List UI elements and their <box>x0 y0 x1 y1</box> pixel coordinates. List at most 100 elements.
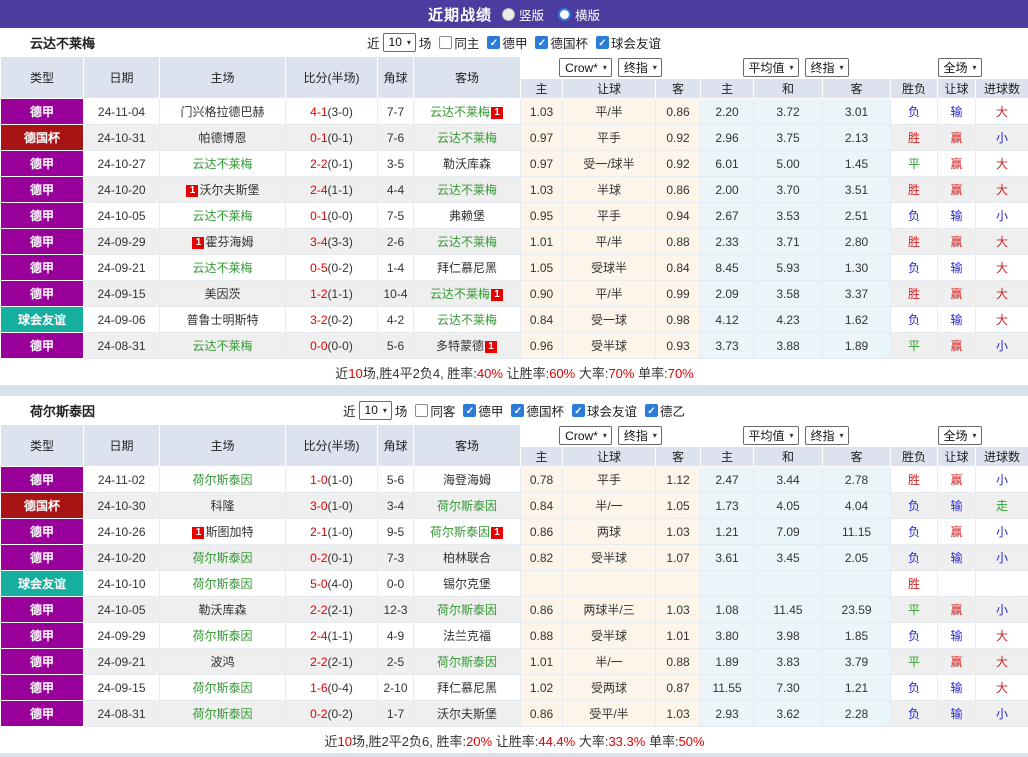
page-title: 近期战绩 <box>428 4 492 25</box>
date-cell: 24-09-29 <box>84 623 160 649</box>
radio-icon[interactable] <box>502 8 515 21</box>
home-team-name: 勒沃库森 <box>198 603 246 617</box>
europe-odds-cell: 5.00 <box>754 151 823 177</box>
rank-badge: 1 <box>485 341 497 353</box>
date-cell: 24-08-31 <box>84 701 160 727</box>
checkbox-checked[interactable]: ✓ <box>463 404 476 417</box>
handicap-odds-cell: 0.86 <box>656 177 701 203</box>
handicap-result-cell: 赢 <box>938 519 976 545</box>
handicap-odds-cell: 0.86 <box>656 99 701 125</box>
handicap-odds-cell: 0.86 <box>521 597 563 623</box>
away-team-name: 柏林联合 <box>443 551 491 565</box>
checkbox-checked[interactable]: ✓ <box>487 36 500 49</box>
final-odds-select-2[interactable]: 终指▾ <box>805 58 849 77</box>
europe-odds-cell: 3.01 <box>823 99 891 125</box>
date-cell: 24-10-20 <box>84 545 160 571</box>
checkbox-checked[interactable]: ✓ <box>511 404 524 417</box>
europe-odds-cell: 7.30 <box>754 675 823 701</box>
score-cell: 0-1(0-1) <box>286 125 378 151</box>
handicap-result-cell: 输 <box>938 255 976 281</box>
recent-count-select[interactable]: 10▾ <box>359 401 392 420</box>
full-match-select[interactable]: 全场▾ <box>938 58 982 77</box>
final-odds-select-2[interactable]: 终指▾ <box>805 426 849 445</box>
away-team-cell: 沃尔夫斯堡 <box>414 701 521 727</box>
handicap-odds-cell: 0.99 <box>656 281 701 307</box>
match-row: 德甲24-09-15美因茨1-2(1-1)10-4云达不莱梅10.90平/半0.… <box>1 281 1028 307</box>
match-row: 德甲24-08-31云达不莱梅0-0(0-0)5-6多特蒙德10.96受半球0.… <box>1 333 1028 359</box>
odds-provider-select[interactable]: Crow*▾ <box>559 58 612 77</box>
results-table: 类型日期主场比分(半场)角球客场Crow*▾终指▾平均值▾终指▾全场▾主让球客主… <box>0 424 1028 753</box>
europe-odds-cell: 2.96 <box>701 125 754 151</box>
europe-odds-cell: 3.44 <box>754 467 823 493</box>
sub-col-header: 让球 <box>938 447 976 467</box>
summary-text: 场,胜2平2负6, 胜率: <box>352 734 466 749</box>
average-odds-select[interactable]: 平均值▾ <box>743 58 799 77</box>
checkbox-checked[interactable]: ✓ <box>596 36 609 49</box>
winlose-result-cell: 平 <box>891 333 938 359</box>
away-team-cell: 云达不莱梅 <box>414 177 521 203</box>
home-team-name: 荷尔斯泰因 <box>192 707 252 721</box>
recent-count-select[interactable]: 10▾ <box>383 33 416 52</box>
fulltime-score: 0-1 <box>310 209 327 223</box>
col-header: 日期 <box>84 57 160 99</box>
goals-result-cell: 大 <box>976 255 1028 281</box>
final-odds-select[interactable]: 终指▾ <box>618 426 662 445</box>
radio-label: 竖版 <box>519 5 544 24</box>
league-type-cell: 德甲 <box>1 229 84 255</box>
score-cell: 0-0(0-0) <box>286 333 378 359</box>
checkbox-label: 德国杯 <box>550 33 588 52</box>
section-divider <box>0 385 1028 396</box>
provider-header-cell: Crow*▾ 终指▾ <box>521 57 701 79</box>
score-cell: 2-1(1-0) <box>286 519 378 545</box>
fulltime-score: 3-4 <box>310 235 327 249</box>
home-team-name: 普鲁士明斯特 <box>186 313 258 327</box>
away-team-cell: 云达不莱梅 <box>414 307 521 333</box>
away-team-name: 勒沃库森 <box>443 157 491 171</box>
radio-icon[interactable] <box>558 8 571 21</box>
league-type-cell: 德国杯 <box>1 493 84 519</box>
rank-badge: 1 <box>491 289 503 301</box>
sub-col-header: 进球数 <box>976 79 1028 99</box>
halftime-score: (0-2) <box>328 707 353 721</box>
europe-odds-cell: 2.28 <box>823 701 891 727</box>
handicap-odds-cell: 平/半 <box>563 281 656 307</box>
section-header: 荷尔斯泰因近10▾场同客✓德甲✓德国杯✓球会友谊✓德乙 <box>0 396 1028 424</box>
handicap-odds-cell <box>563 571 656 597</box>
handicap-odds-cell: 半球 <box>563 177 656 203</box>
section-divider <box>0 753 1028 757</box>
layout-option-unselected[interactable]: 竖版 <box>502 5 544 24</box>
match-row: 德甲24-10-05云达不莱梅0-1(0-0)7-5弗赖堡0.95平手0.942… <box>1 203 1028 229</box>
away-team-name: 多特蒙德 <box>436 339 484 353</box>
sub-col-header: 主 <box>521 79 563 99</box>
europe-odds-cell: 2.33 <box>701 229 754 255</box>
winlose-result-cell: 负 <box>891 519 938 545</box>
odds-provider-select[interactable]: Crow*▾ <box>559 426 612 445</box>
checkbox-unchecked[interactable] <box>415 404 428 417</box>
europe-odds-cell: 1.08 <box>701 597 754 623</box>
corner-cell: 2-6 <box>378 229 414 255</box>
away-team-cell: 荷尔斯泰因1 <box>414 519 521 545</box>
final-odds-select[interactable]: 终指▾ <box>618 58 662 77</box>
checkbox-checked[interactable]: ✓ <box>645 404 658 417</box>
checkbox-checked[interactable]: ✓ <box>572 404 585 417</box>
full-match-select[interactable]: 全场▾ <box>938 426 982 445</box>
europe-odds-cell: 3.51 <box>823 177 891 203</box>
europe-odds-cell: 3.88 <box>754 333 823 359</box>
average-odds-select[interactable]: 平均值▾ <box>743 426 799 445</box>
handicap-result-cell: 输 <box>938 307 976 333</box>
match-row: 德甲24-10-261斯图加特2-1(1-0)9-5荷尔斯泰因10.86两球1.… <box>1 519 1028 545</box>
away-team-cell: 荷尔斯泰因 <box>414 597 521 623</box>
checkbox-unchecked[interactable] <box>439 36 452 49</box>
layout-option-selected[interactable]: 横版 <box>558 5 600 24</box>
fulltime-score: 2-4 <box>310 183 327 197</box>
away-team-cell: 荷尔斯泰因 <box>414 493 521 519</box>
europe-odds-cell: 2.67 <box>701 203 754 229</box>
home-team-cell: 荷尔斯泰因 <box>160 675 286 701</box>
handicap-result-cell: 输 <box>938 675 976 701</box>
checkbox-checked[interactable]: ✓ <box>535 36 548 49</box>
fulltime-score: 0-0 <box>310 339 327 353</box>
europe-odds-cell: 3.37 <box>823 281 891 307</box>
full-match-select-value: 全场 <box>944 427 968 444</box>
away-team-name: 沃尔夫斯堡 <box>437 707 497 721</box>
winlose-result-cell: 胜 <box>891 571 938 597</box>
